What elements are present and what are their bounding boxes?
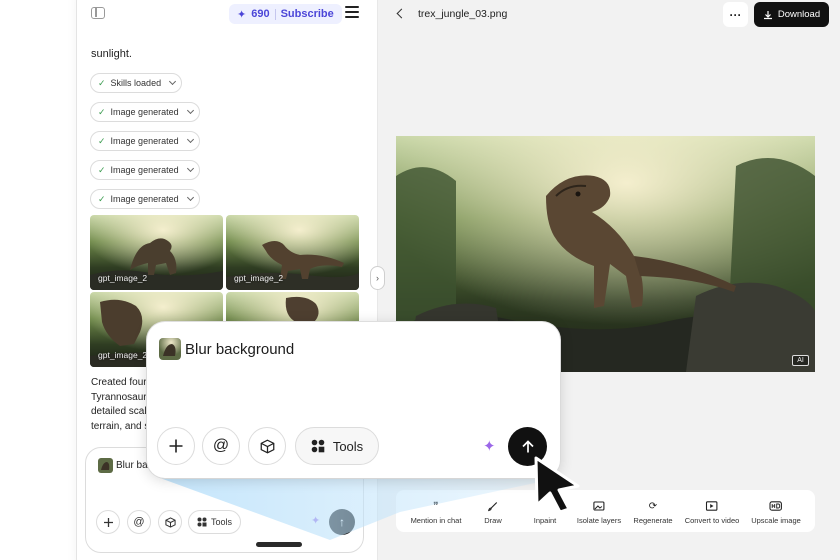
grid-icon	[311, 439, 325, 453]
screen: ✦ 690 Subscribe sunlight. ✓ Skills loade…	[0, 0, 840, 560]
composer-text: Blur background	[185, 341, 295, 358]
sparkle-icon[interactable]: ✦	[483, 437, 496, 455]
plus-icon	[169, 439, 183, 453]
zoomed-chat-composer[interactable]: Blur background @ Tools ✦	[147, 322, 560, 478]
cube-icon	[260, 439, 274, 453]
tools-button[interactable]: Tools	[295, 427, 379, 465]
add-button[interactable]	[157, 427, 195, 465]
at-icon: @	[212, 437, 230, 454]
mouse-pointer-icon	[534, 456, 580, 513]
mention-button[interactable]: @	[202, 427, 240, 465]
model-button[interactable]	[248, 427, 286, 465]
attachment-thumbnail	[159, 338, 181, 360]
arrow-up-icon	[521, 439, 534, 452]
tools-label: Tools	[332, 438, 364, 454]
